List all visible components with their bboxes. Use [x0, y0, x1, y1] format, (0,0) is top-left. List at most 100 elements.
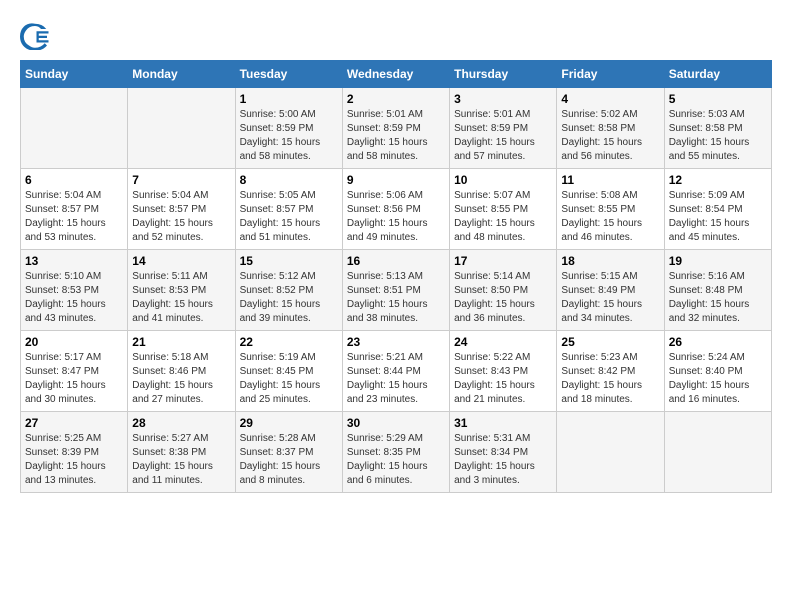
calendar-cell: 5Sunrise: 5:03 AM Sunset: 8:58 PM Daylig… — [664, 88, 771, 169]
day-number: 10 — [454, 173, 552, 187]
day-info: Sunrise: 5:08 AM Sunset: 8:55 PM Dayligh… — [561, 189, 659, 245]
day-info: Sunrise: 5:19 AM Sunset: 8:45 PM Dayligh… — [240, 351, 338, 407]
calendar-cell: 25 Sunrise: 5:23 AM Sunset: 8:42 PM Dayli… — [557, 331, 664, 412]
day-info: Sunrise: 5:27 AM Sunset: 8:38 PM Dayligh… — [132, 432, 230, 488]
week-row-2: 6 Sunrise: 5:04 AM Sunset: 8:57 PM Daylig… — [21, 169, 772, 250]
calendar-cell: 13 Sunrise: 5:10 AM Sunset: 8:53 PM Dayli… — [21, 250, 128, 331]
calendar-cell: 3 Sunrise: 5:01 AM Sunset: 8:59 PM Daylig… — [450, 88, 557, 169]
day-number: 9 — [347, 173, 445, 187]
day-number: 22 — [240, 335, 338, 349]
calendar-cell: 4Sunrise: 5:02 AM Sunset: 8:58 PM Daylig… — [557, 88, 664, 169]
calendar-cell: 11 Sunrise: 5:08 AM Sunset: 8:55 PM Dayli… — [557, 169, 664, 250]
day-number: 30 — [347, 416, 445, 430]
day-number: 28 — [132, 416, 230, 430]
day-info: Sunrise: 5:23 AM Sunset: 8:42 PM Dayligh… — [561, 351, 659, 407]
calendar-cell — [21, 88, 128, 169]
day-info: Sunrise: 5:29 AM Sunset: 8:35 PM Dayligh… — [347, 432, 445, 488]
day-info: Sunrise: 5:18 AM Sunset: 8:46 PM Dayligh… — [132, 351, 230, 407]
day-info: Sunrise: 5:12 AM Sunset: 8:52 PM Dayligh… — [240, 270, 338, 326]
calendar-cell: 12 Sunrise: 5:09 AM Sunset: 8:54 PM Dayli… — [664, 169, 771, 250]
column-header-wednesday: Wednesday — [342, 61, 449, 88]
day-number: 5 — [669, 92, 767, 106]
column-header-sunday: Sunday — [21, 61, 128, 88]
calendar-cell: 16 Sunrise: 5:13 AM Sunset: 8:51 PM Dayli… — [342, 250, 449, 331]
day-number: 7 — [132, 173, 230, 187]
calendar-cell: 2Sunrise: 5:01 AM Sunset: 8:59 PM Daylig… — [342, 88, 449, 169]
calendar-cell: 19 Sunrise: 5:16 AM Sunset: 8:48 PM Dayli… — [664, 250, 771, 331]
page-header — [20, 20, 772, 50]
day-number: 11 — [561, 173, 659, 187]
day-info: Sunrise: 5:13 AM Sunset: 8:51 PM Dayligh… — [347, 270, 445, 326]
day-info: Sunrise: 5:01 AM Sunset: 8:59 PM Dayligh… — [454, 108, 552, 164]
week-row-3: 13 Sunrise: 5:10 AM Sunset: 8:53 PM Dayli… — [21, 250, 772, 331]
day-number: 14 — [132, 254, 230, 268]
day-info: Sunrise: 5:31 AM Sunset: 8:34 PM Dayligh… — [454, 432, 552, 488]
calendar-cell: 30 Sunrise: 5:29 AM Sunset: 8:35 PM Dayli… — [342, 412, 449, 493]
day-info: Sunrise: 5:09 AM Sunset: 8:54 PM Dayligh… — [669, 189, 767, 245]
day-info: Sunrise: 5:07 AM Sunset: 8:55 PM Dayligh… — [454, 189, 552, 245]
week-row-1: 1 Sunrise: 5:00 AM Sunset: 8:59 PM Daylig… — [21, 88, 772, 169]
day-number: 1 — [240, 92, 338, 106]
day-info: Sunrise: 5:11 AM Sunset: 8:53 PM Dayligh… — [132, 270, 230, 326]
day-info: Sunrise: 5:21 AM Sunset: 8:44 PM Dayligh… — [347, 351, 445, 407]
column-header-monday: Monday — [128, 61, 235, 88]
day-number: 4 — [561, 92, 659, 106]
calendar-cell — [128, 88, 235, 169]
day-number: 29 — [240, 416, 338, 430]
calendar-cell: 27 Sunrise: 5:25 AM Sunset: 8:39 PM Dayli… — [21, 412, 128, 493]
calendar-cell: 10 Sunrise: 5:07 AM Sunset: 8:55 PM Dayli… — [450, 169, 557, 250]
day-number: 21 — [132, 335, 230, 349]
day-number: 20 — [25, 335, 123, 349]
day-number: 8 — [240, 173, 338, 187]
day-number: 26 — [669, 335, 767, 349]
day-info: Sunrise: 5:24 AM Sunset: 8:40 PM Dayligh… — [669, 351, 767, 407]
calendar-cell: 23 Sunrise: 5:21 AM Sunset: 8:44 PM Dayli… — [342, 331, 449, 412]
calendar-cell: 14 Sunrise: 5:11 AM Sunset: 8:53 PM Dayli… — [128, 250, 235, 331]
day-number: 3 — [454, 92, 552, 106]
day-info: Sunrise: 5:22 AM Sunset: 8:43 PM Dayligh… — [454, 351, 552, 407]
logo-icon — [20, 20, 50, 50]
day-number: 18 — [561, 254, 659, 268]
day-info: Sunrise: 5:25 AM Sunset: 8:39 PM Dayligh… — [25, 432, 123, 488]
calendar-cell: 15 Sunrise: 5:12 AM Sunset: 8:52 PM Dayli… — [235, 250, 342, 331]
day-number: 15 — [240, 254, 338, 268]
calendar-cell: 8 Sunrise: 5:05 AM Sunset: 8:57 PM Daylig… — [235, 169, 342, 250]
day-number: 25 — [561, 335, 659, 349]
column-header-friday: Friday — [557, 61, 664, 88]
header-row: SundayMondayTuesdayWednesdayThursdayFrid… — [21, 61, 772, 88]
day-number: 16 — [347, 254, 445, 268]
calendar-table: SundayMondayTuesdayWednesdayThursdayFrid… — [20, 60, 772, 493]
day-info: Sunrise: 5:06 AM Sunset: 8:56 PM Dayligh… — [347, 189, 445, 245]
day-info: Sunrise: 5:17 AM Sunset: 8:47 PM Dayligh… — [25, 351, 123, 407]
day-info: Sunrise: 5:04 AM Sunset: 8:57 PM Dayligh… — [25, 189, 123, 245]
calendar-cell: 31Sunrise: 5:31 AM Sunset: 8:34 PM Dayli… — [450, 412, 557, 493]
calendar-cell: 24 Sunrise: 5:22 AM Sunset: 8:43 PM Dayli… — [450, 331, 557, 412]
calendar-cell: 9 Sunrise: 5:06 AM Sunset: 8:56 PM Daylig… — [342, 169, 449, 250]
day-number: 12 — [669, 173, 767, 187]
day-info: Sunrise: 5:10 AM Sunset: 8:53 PM Dayligh… — [25, 270, 123, 326]
logo — [20, 20, 54, 50]
calendar-cell: 18Sunrise: 5:15 AM Sunset: 8:49 PM Dayli… — [557, 250, 664, 331]
day-number: 23 — [347, 335, 445, 349]
calendar-cell: 22 Sunrise: 5:19 AM Sunset: 8:45 PM Dayli… — [235, 331, 342, 412]
day-number: 24 — [454, 335, 552, 349]
day-number: 27 — [25, 416, 123, 430]
day-number: 6 — [25, 173, 123, 187]
week-row-4: 20 Sunrise: 5:17 AM Sunset: 8:47 PM Dayli… — [21, 331, 772, 412]
day-info: Sunrise: 5:00 AM Sunset: 8:59 PM Dayligh… — [240, 108, 338, 164]
calendar-cell: 1 Sunrise: 5:00 AM Sunset: 8:59 PM Daylig… — [235, 88, 342, 169]
calendar-cell: 17Sunrise: 5:14 AM Sunset: 8:50 PM Dayli… — [450, 250, 557, 331]
day-info: Sunrise: 5:01 AM Sunset: 8:59 PM Dayligh… — [347, 108, 445, 164]
week-row-5: 27 Sunrise: 5:25 AM Sunset: 8:39 PM Dayli… — [21, 412, 772, 493]
calendar-cell: 29 Sunrise: 5:28 AM Sunset: 8:37 PM Dayli… — [235, 412, 342, 493]
calendar-cell: 28 Sunrise: 5:27 AM Sunset: 8:38 PM Dayli… — [128, 412, 235, 493]
day-number: 13 — [25, 254, 123, 268]
day-info: Sunrise: 5:05 AM Sunset: 8:57 PM Dayligh… — [240, 189, 338, 245]
day-info: Sunrise: 5:28 AM Sunset: 8:37 PM Dayligh… — [240, 432, 338, 488]
column-header-thursday: Thursday — [450, 61, 557, 88]
day-info: Sunrise: 5:16 AM Sunset: 8:48 PM Dayligh… — [669, 270, 767, 326]
day-number: 17 — [454, 254, 552, 268]
calendar-cell: 20 Sunrise: 5:17 AM Sunset: 8:47 PM Dayli… — [21, 331, 128, 412]
calendar-cell — [664, 412, 771, 493]
day-number: 19 — [669, 254, 767, 268]
